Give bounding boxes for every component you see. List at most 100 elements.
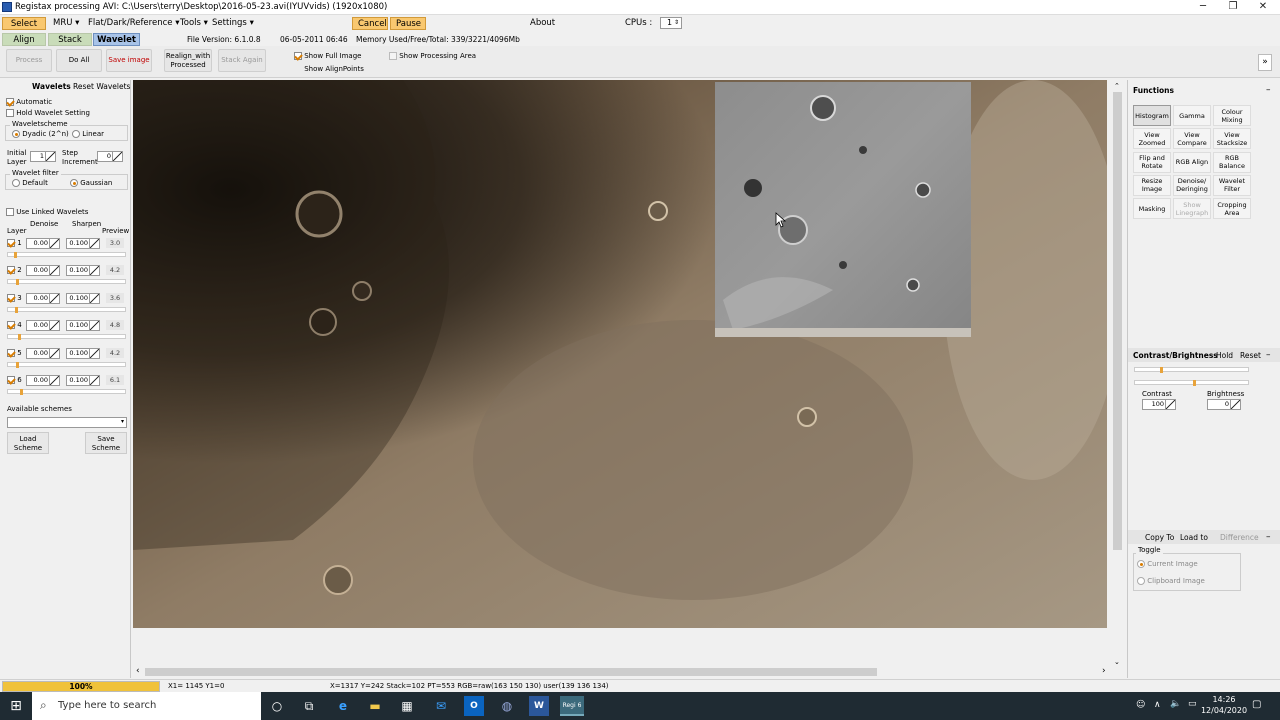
layer-slider[interactable] <box>7 361 126 368</box>
process-button[interactable]: Process <box>6 49 52 72</box>
denoise-spinner[interactable]: 0.00 <box>26 320 60 332</box>
vertical-scrollbar[interactable]: ⌃ ⌄ <box>1111 80 1125 670</box>
denoise-spinner[interactable]: 0.00 <box>26 292 60 304</box>
sharpen-spinner[interactable]: 0.100 <box>66 375 100 386</box>
cortana-icon[interactable]: ○ <box>267 696 287 716</box>
functions-collapse-button[interactable]: – <box>1266 85 1271 95</box>
slider-thumb[interactable] <box>13 252 17 258</box>
image-canvas[interactable] <box>133 80 1107 628</box>
tab-stack[interactable]: Stack <box>48 33 92 46</box>
function-button[interactable]: RGB Align <box>1173 151 1211 173</box>
people-icon[interactable]: ☺ <box>1136 700 1145 710</box>
sharpen-spinner[interactable]: 0.100 <box>66 238 100 249</box>
sharpen-spinner[interactable]: 0.100 <box>66 265 100 277</box>
minimize-button[interactable]: ─ <box>1188 0 1218 15</box>
current-image-radio[interactable]: Current Image <box>1137 560 1198 568</box>
load-to-button[interactable]: Load to <box>1180 533 1208 542</box>
function-button[interactable]: Flip and Rotate <box>1133 151 1171 173</box>
function-button[interactable]: Colour Mixing <box>1213 105 1251 126</box>
store-icon[interactable]: ▦ <box>397 696 417 716</box>
save-scheme-button[interactable]: Save Scheme <box>85 432 127 454</box>
function-button[interactable]: View Stacksize <box>1213 128 1251 150</box>
cpus-select[interactable]: 1 ⇕ <box>660 17 682 29</box>
dyadic-radio[interactable]: Dyadic (2^n) <box>12 130 69 138</box>
layer-slider[interactable] <box>7 306 126 313</box>
function-button[interactable]: Histogram <box>1133 105 1171 126</box>
denoise-spinner[interactable]: 0.00 <box>26 265 60 277</box>
slider-thumb[interactable] <box>19 389 23 395</box>
show-processing-area-checkbox[interactable]: Show Processing Area <box>389 52 476 60</box>
denoise-spinner[interactable]: 0.00 <box>26 238 60 249</box>
network-icon[interactable]: ▭ <box>1188 699 1197 709</box>
sharpen-spinner[interactable]: 0.100 <box>66 320 100 332</box>
function-button[interactable]: Gamma <box>1173 105 1211 126</box>
gaussian-radio[interactable]: Gaussian <box>70 179 112 187</box>
slider-thumb[interactable] <box>15 306 19 313</box>
use-linked-wavelets-checkbox[interactable]: Use Linked Wavelets <box>6 208 88 216</box>
chevron-up-icon[interactable]: ∧ <box>1154 700 1161 710</box>
flat-dark-reference-menu[interactable]: Flat/Dark/Reference ▾ <box>83 17 184 30</box>
function-button[interactable]: Wavelet Filter <box>1213 174 1251 196</box>
slider-thumb[interactable] <box>1192 380 1196 386</box>
select-button[interactable]: Select <box>2 17 46 30</box>
linear-radio[interactable]: Linear <box>72 130 104 138</box>
function-button[interactable]: View Zoomed <box>1133 128 1171 150</box>
layer-slider[interactable] <box>7 334 126 341</box>
panel-collapse-button[interactable]: » <box>1258 54 1272 71</box>
layer-checkbox[interactable]: 1 <box>7 239 22 247</box>
difference-button[interactable]: Difference <box>1220 533 1259 542</box>
notifications-icon[interactable]: ▢ <box>1252 699 1261 710</box>
outlook-icon[interactable]: O <box>464 696 484 716</box>
layer-checkbox[interactable]: 6 <box>7 376 22 384</box>
layer-checkbox[interactable]: 4 <box>7 321 22 330</box>
word-icon[interactable]: W <box>529 696 549 716</box>
windows-start-icon[interactable]: ⊞ <box>6 696 26 716</box>
function-button[interactable]: Denoise/ Deringing <box>1173 174 1211 196</box>
denoise-spinner[interactable]: 0.00 <box>26 347 60 359</box>
registax-taskbar-icon[interactable]: Regi 6 <box>560 696 584 716</box>
function-button[interactable]: RGB Balance <box>1213 151 1251 173</box>
mru-menu[interactable]: MRU ▾ <box>48 17 84 30</box>
layer-checkbox[interactable]: 3 <box>7 293 22 302</box>
pause-button[interactable]: Pause <box>390 17 426 30</box>
reset-wavelets-button[interactable]: Reset Wavelets <box>73 82 130 91</box>
vertical-scroll-thumb[interactable] <box>1113 92 1122 550</box>
automatic-checkbox[interactable]: Automatic <box>6 98 52 106</box>
slider-thumb[interactable] <box>1160 367 1164 373</box>
maximize-button[interactable]: ❐ <box>1218 0 1248 15</box>
taskbar-search-box[interactable]: ⌕ Type here to search <box>32 692 261 720</box>
file-explorer-icon[interactable]: ▬ <box>365 696 385 716</box>
do-all-button[interactable]: Do All <box>56 49 102 72</box>
show-full-image-checkbox[interactable]: Show Full Image <box>294 52 361 60</box>
slider-thumb[interactable] <box>16 279 20 286</box>
function-button[interactable]: Masking <box>1133 198 1171 220</box>
contrast-spinner[interactable]: 100 <box>1142 399 1176 410</box>
contrast-reset-button[interactable]: Reset <box>1240 351 1261 360</box>
close-button[interactable]: ✕ <box>1248 0 1278 15</box>
denoise-spinner[interactable]: 0.00 <box>26 375 60 386</box>
contrast-collapse-button[interactable]: – <box>1266 350 1271 360</box>
clock-time[interactable]: 14:26 <box>1204 695 1244 704</box>
about-menu[interactable]: About <box>525 17 560 30</box>
sharpen-spinner[interactable]: 0.100 <box>66 292 100 304</box>
task-view-icon[interactable]: ⧉ <box>299 696 319 716</box>
show-alignpoints-checkbox[interactable]: Show AlignPoints <box>294 65 364 73</box>
initial-layer-spinner[interactable]: 1 <box>30 151 56 162</box>
mail-icon[interactable]: ✉ <box>431 696 451 716</box>
function-button[interactable]: Cropping Area <box>1213 198 1251 220</box>
layer-checkbox[interactable]: 5 <box>7 348 22 357</box>
function-button[interactable]: Resize Image <box>1133 174 1171 196</box>
save-image-button[interactable]: Save image <box>106 49 152 72</box>
slider-thumb[interactable] <box>17 334 21 341</box>
layer-slider[interactable] <box>7 389 126 395</box>
copyto-collapse-button[interactable]: – <box>1266 532 1271 542</box>
load-scheme-button[interactable]: Load Scheme <box>7 432 49 454</box>
edge-icon[interactable]: e <box>333 696 353 716</box>
clock-date[interactable]: 12/04/2020 <box>1200 706 1248 715</box>
network-app-icon[interactable]: ◍ <box>497 696 517 716</box>
settings-menu[interactable]: Settings ▾ <box>207 17 259 30</box>
brightness-slider[interactable] <box>1134 380 1249 386</box>
layer-slider[interactable] <box>7 279 126 286</box>
brightness-spinner[interactable]: 0 <box>1207 399 1241 410</box>
slider-thumb[interactable] <box>16 361 20 368</box>
